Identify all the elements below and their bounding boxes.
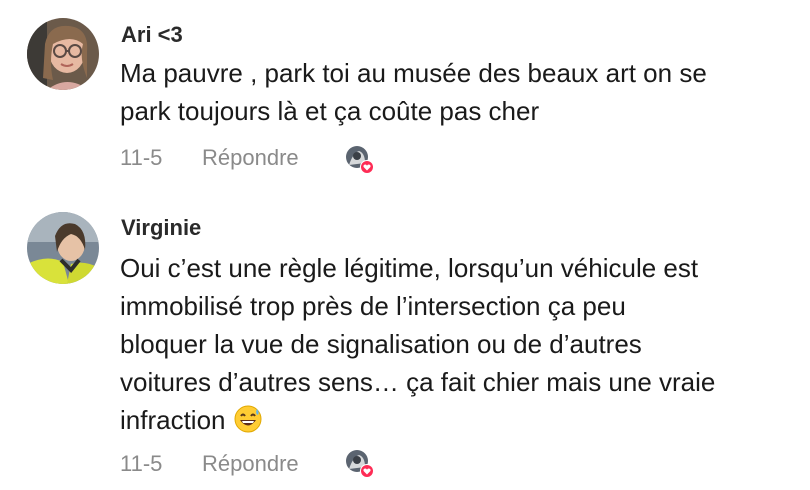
user-avatar-photo-icon <box>27 212 99 284</box>
creator-liked-heart-icon <box>346 450 374 478</box>
reply-button[interactable]: Répondre <box>202 145 299 171</box>
comment-meta: 11-5 Répondre <box>120 449 299 479</box>
reply-button[interactable]: Répondre <box>202 451 299 477</box>
comment-text: Ma pauvre , park toi au musée des beaux … <box>120 54 800 130</box>
comment-line: park toujours là et ça coûte pas cher <box>120 96 540 126</box>
comment-date: 11-5 <box>120 145 163 170</box>
comment-item: Virginie Oui c’est une règle légitime, l… <box>0 195 810 490</box>
username[interactable]: Ari <3 <box>121 22 183 48</box>
user-avatar-photo-icon <box>27 18 99 90</box>
username[interactable]: Virginie <box>121 215 201 241</box>
avatar[interactable] <box>27 212 99 284</box>
comment-line: infraction <box>120 405 226 435</box>
avatar[interactable] <box>27 18 99 90</box>
comment-line: immobilisé trop près de l’intersection ç… <box>120 291 626 321</box>
comment-text: Oui c’est une règle légitime, lorsqu’un … <box>120 249 800 443</box>
comment-line: Oui c’est une règle légitime, lorsqu’un … <box>120 253 699 283</box>
creator-liked-badge <box>345 145 375 175</box>
comment-line: voitures d’autres sens… ça fait chier ma… <box>120 367 716 397</box>
creator-liked-heart-icon <box>346 146 374 174</box>
comment-meta: 11-5 Répondre <box>120 143 299 173</box>
creator-liked-badge <box>345 449 375 479</box>
comment-item: Ari <3 Ma pauvre , park toi au musée des… <box>0 0 810 195</box>
comment-date: 11-5 <box>120 451 163 476</box>
comment-line: Ma pauvre , park toi au musée des beaux … <box>120 58 707 88</box>
comment-line: bloquer la vue de signalisation ou de d’… <box>120 329 642 359</box>
grinning-face-with-sweat-icon <box>234 405 262 443</box>
